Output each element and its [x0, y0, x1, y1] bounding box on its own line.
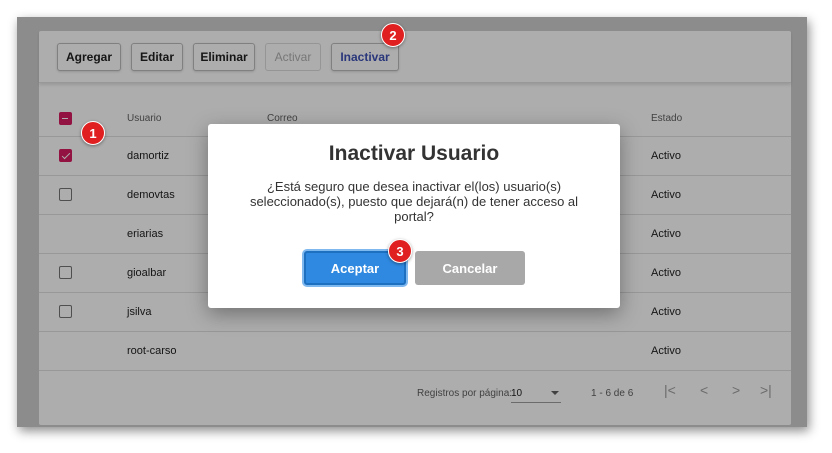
- app-window: Agregar Editar Eliminar Activar Inactiva…: [17, 17, 807, 427]
- annotation-badge-3: 3: [388, 239, 412, 263]
- dialog-message: ¿Está seguro que desea inactivar el(los)…: [249, 179, 579, 224]
- dialog-title: Inactivar Usuario: [328, 142, 500, 165]
- deactivate-user-dialog: Inactivar Usuario ¿Está seguro que desea…: [208, 124, 620, 308]
- annotation-badge-2: 2: [381, 23, 405, 47]
- cancel-button[interactable]: Cancelar: [415, 251, 525, 285]
- annotation-badge-1: 1: [81, 121, 105, 145]
